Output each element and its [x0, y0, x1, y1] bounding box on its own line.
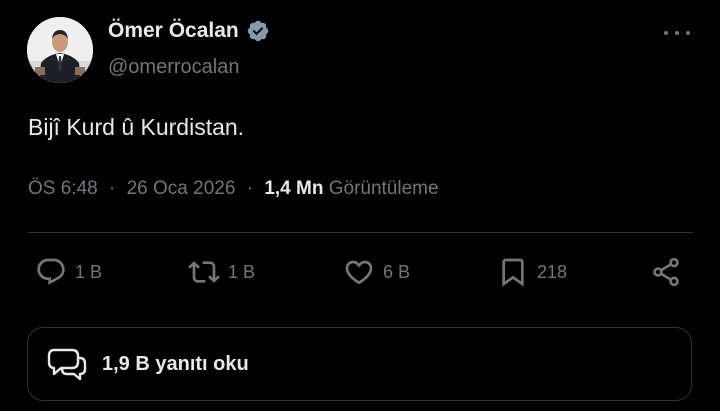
share-icon	[650, 256, 682, 288]
author-name-row: Ömer Öcalan	[108, 19, 270, 43]
reply-icon	[35, 256, 67, 288]
chat-bubbles-icon	[45, 342, 89, 386]
dot	[675, 31, 679, 35]
divider	[28, 232, 693, 233]
author-handle[interactable]: @omerrocalan	[108, 56, 239, 79]
reply-button[interactable]: 1 B	[35, 252, 102, 292]
tweet-text: Bijî Kurd û Kurdistan.	[28, 114, 245, 140]
bookmark-count: 218	[537, 261, 568, 282]
views-count: 1,4 Mn	[264, 178, 324, 199]
author-display-name[interactable]: Ömer Öcalan	[108, 19, 239, 43]
bookmark-button[interactable]: 218	[497, 252, 567, 292]
action-bar: 1 B 1 B 6 B 218	[0, 252, 720, 292]
tweet-time[interactable]: ÖS 6:48	[28, 178, 98, 199]
repost-icon	[188, 256, 220, 288]
avatar[interactable]	[27, 17, 93, 83]
dot	[664, 31, 668, 35]
reply-count: 1 B	[75, 261, 103, 282]
read-replies-button[interactable]: 1,9 B yanıtı oku	[27, 327, 692, 401]
tweet-date[interactable]: 26 Oca 2026	[127, 178, 236, 199]
more-options-icon[interactable]	[664, 24, 690, 42]
like-count: 6 B	[383, 261, 411, 282]
dot	[686, 31, 690, 35]
share-button[interactable]	[650, 252, 682, 292]
heart-icon	[343, 256, 375, 288]
repost-count: 1 B	[228, 261, 256, 282]
meta-separator: ·	[246, 178, 254, 199]
like-button[interactable]: 6 B	[343, 252, 410, 292]
bookmark-icon	[497, 256, 529, 288]
read-replies-label: 1,9 B yanıtı oku	[102, 352, 249, 375]
meta-separator: ·	[109, 178, 116, 199]
tweet-meta: ÖS 6:48 · 26 Oca 2026 · 1,4 Mn Görüntüle…	[28, 178, 439, 200]
repost-button[interactable]: 1 B	[188, 252, 255, 292]
verified-badge-icon[interactable]	[246, 19, 270, 43]
views-label: Görüntüleme	[328, 178, 439, 199]
